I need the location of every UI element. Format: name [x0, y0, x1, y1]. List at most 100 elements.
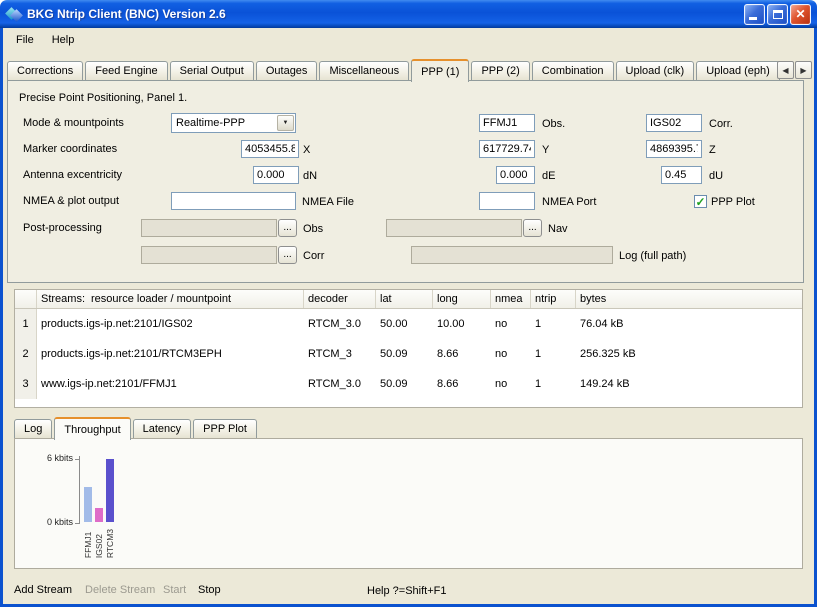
tab-ppp-plot[interactable]: PPP Plot — [193, 419, 257, 438]
maximize-button[interactable] — [767, 4, 788, 25]
post-obs-input — [141, 219, 277, 237]
header-bytes: bytes — [576, 290, 802, 308]
tab-feed-engine[interactable]: Feed Engine — [85, 61, 167, 80]
title-bar[interactable]: BKG Ntrip Client (BNC) Version 2.6 ✕ — [0, 0, 817, 28]
pane-caption: Precise Point Positioning, Panel 1. — [19, 92, 187, 104]
du-label: dU — [709, 166, 723, 186]
minimize-button[interactable] — [744, 4, 765, 25]
close-button[interactable]: ✕ — [790, 4, 811, 25]
corr-label: Corr. — [709, 114, 733, 134]
mode-dropdown-value: Realtime-PPP — [172, 117, 276, 129]
triangle-left-icon: ◀ — [782, 66, 788, 75]
z-label: Z — [709, 140, 716, 160]
cell-bytes: 149.24 kB — [576, 378, 802, 390]
y-tick-bottom: 0 kbits — [19, 517, 73, 527]
chart-bar-igs02 — [95, 508, 103, 522]
cell-ntrip: 1 — [531, 318, 576, 330]
mode-dropdown[interactable]: Realtime-PPP ▼ — [171, 113, 296, 133]
tab-upload-eph[interactable]: Upload (eph) — [696, 61, 780, 80]
app-window: BKG Ntrip Client (BNC) Version 2.6 ✕ Fil… — [0, 0, 817, 607]
cell-resource: products.igs-ip.net:2101/IGS02 — [37, 318, 304, 330]
chart-bars — [84, 459, 114, 522]
header-resource: Streams: resource loader / mountpoint — [37, 290, 304, 308]
row-number: 3 — [15, 369, 37, 399]
nmea-file-label: NMEA File — [302, 192, 354, 212]
cell-decoder: RTCM_3 — [304, 348, 376, 360]
post-processing-label: Post-processing — [23, 218, 102, 238]
start-button[interactable]: Start — [163, 584, 186, 596]
post-log-label: Log (full path) — [619, 246, 686, 266]
de-label: dE — [542, 166, 555, 186]
post-corr-label: Corr — [303, 246, 324, 266]
x-label: X — [303, 140, 310, 160]
chevron-down-icon[interactable]: ▼ — [277, 115, 294, 131]
tab-scroll-left-button[interactable]: ◀ — [777, 61, 794, 79]
cell-ntrip: 1 — [531, 378, 576, 390]
nmea-port-input[interactable] — [479, 192, 535, 210]
menu-help[interactable]: Help — [43, 30, 84, 50]
bar-label-rtcm3: RTCM3 — [105, 529, 115, 558]
cell-decoder: RTCM_3.0 — [304, 318, 376, 330]
cell-long: 8.66 — [433, 378, 491, 390]
antenna-du-input[interactable] — [661, 166, 702, 184]
tab-outages[interactable]: Outages — [256, 61, 318, 80]
tab-serial-output[interactable]: Serial Output — [170, 61, 254, 80]
main-tab-bar: Corrections Feed Engine Serial Output Ou… — [7, 59, 782, 80]
cell-nmea: no — [491, 348, 531, 360]
tab-scroll-right-button[interactable]: ▶ — [795, 61, 812, 79]
post-log-input — [411, 246, 613, 264]
table-row[interactable]: 1 products.igs-ip.net:2101/IGS02 RTCM_3.… — [15, 309, 802, 339]
y-label: Y — [542, 140, 549, 160]
browse-nav-button[interactable]: ... — [523, 219, 542, 237]
marker-label: Marker coordinates — [23, 139, 117, 159]
tab-upload-clk[interactable]: Upload (clk) — [616, 61, 695, 80]
browse-corr-button[interactable]: ... — [278, 246, 297, 264]
tab-throughput[interactable]: Throughput — [54, 417, 130, 440]
obs-label: Obs. — [542, 114, 565, 134]
browse-obs-button[interactable]: ... — [278, 219, 297, 237]
antenna-de-input[interactable] — [496, 166, 535, 184]
window-title: BKG Ntrip Client (BNC) Version 2.6 — [27, 7, 742, 21]
tab-latency[interactable]: Latency — [133, 419, 192, 438]
tab-corrections[interactable]: Corrections — [7, 61, 83, 80]
tab-ppp-2[interactable]: PPP (2) — [471, 61, 529, 80]
obs-mountpoint-input[interactable] — [479, 114, 535, 132]
antenna-dn-input[interactable] — [253, 166, 299, 184]
ppp1-pane: Precise Point Positioning, Panel 1. Mode… — [7, 80, 804, 283]
header-corner — [15, 290, 37, 308]
resource-header-label: resource loader / mountpoint — [91, 293, 231, 305]
tab-miscellaneous[interactable]: Miscellaneous — [319, 61, 409, 80]
tab-ppp-1[interactable]: PPP (1) — [411, 59, 469, 82]
add-stream-button[interactable]: Add Stream — [14, 584, 72, 596]
close-icon: ✕ — [795, 7, 805, 21]
marker-x-input[interactable] — [241, 140, 299, 158]
marker-y-input[interactable] — [479, 140, 535, 158]
y-tickmark-top — [75, 459, 79, 460]
ppp-plot-checkbox[interactable]: ✓ — [694, 195, 707, 208]
throughput-chart: 6 kbits 0 kbits FFMJ1 IGS02 RTCM3 — [14, 438, 803, 569]
marker-z-input[interactable] — [646, 140, 702, 158]
minimize-icon — [749, 17, 757, 20]
corr-mountpoint-input[interactable] — [646, 114, 702, 132]
tab-log[interactable]: Log — [14, 419, 52, 438]
streams-table-header: Streams: resource loader / mountpoint de… — [15, 290, 802, 309]
table-row[interactable]: 2 products.igs-ip.net:2101/RTCM3EPH RTCM… — [15, 339, 802, 369]
cell-long: 8.66 — [433, 348, 491, 360]
streams-table: Streams: resource loader / mountpoint de… — [14, 289, 803, 408]
post-nav-label: Nav — [548, 219, 568, 239]
triangle-right-icon: ▶ — [800, 66, 806, 75]
menu-file[interactable]: File — [7, 30, 43, 50]
cell-long: 10.00 — [433, 318, 491, 330]
tab-combination[interactable]: Combination — [532, 61, 614, 80]
help-shortcut-text: Help ?=Shift+F1 — [367, 585, 447, 597]
maximize-icon — [773, 10, 783, 19]
cell-resource: products.igs-ip.net:2101/RTCM3EPH — [37, 348, 304, 360]
nmea-file-input[interactable] — [171, 192, 296, 210]
cell-bytes: 76.04 kB — [576, 318, 802, 330]
cell-lat: 50.00 — [376, 318, 433, 330]
stop-button[interactable]: Stop — [198, 584, 221, 596]
table-row[interactable]: 3 www.igs-ip.net:2101/FFMJ1 RTCM_3.0 50.… — [15, 369, 802, 399]
delete-stream-button[interactable]: Delete Stream — [85, 584, 155, 596]
row-number: 1 — [15, 309, 37, 339]
header-lat: lat — [376, 290, 433, 308]
